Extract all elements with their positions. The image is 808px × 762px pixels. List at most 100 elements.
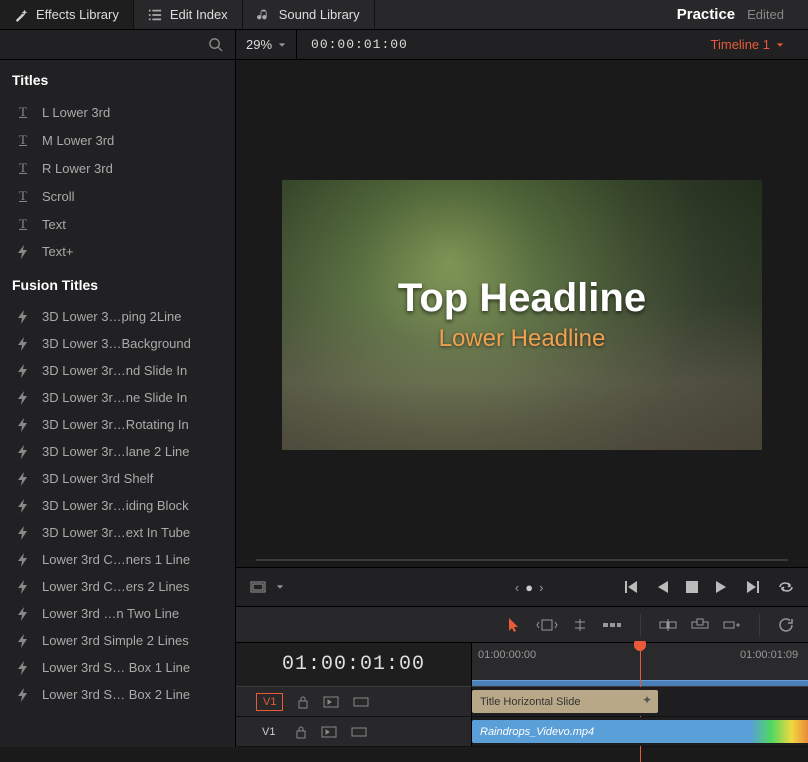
fusion-fx-icon: ✦ <box>642 693 652 707</box>
text-icon: T <box>16 104 30 120</box>
track-body[interactable]: Title Horizontal Slide ✦ <box>472 687 808 716</box>
fusion-title-label: 3D Lower 3…ping 2Line <box>42 309 181 324</box>
bolt-icon <box>16 391 30 405</box>
bolt-icon <box>16 418 30 432</box>
bolt-icon <box>16 364 30 378</box>
blade-tool-icon[interactable] <box>572 618 588 632</box>
fusion-title-label: Lower 3rd C…ners 1 Line <box>42 552 190 567</box>
bolt-icon <box>16 499 30 513</box>
auto-select-icon[interactable] <box>321 726 337 738</box>
search-icon[interactable] <box>208 37 223 52</box>
titles-sidebar[interactable]: Titles TL Lower 3rdTM Lower 3rdTR Lower … <box>0 60 236 747</box>
fusion-title-item[interactable]: Lower 3rd …n Two Line <box>0 600 235 627</box>
fusion-title-item[interactable]: 3D Lower 3r…iding Block <box>0 492 235 519</box>
sound-library-label: Sound Library <box>279 7 360 22</box>
skip-last-icon[interactable] <box>746 580 760 594</box>
fusion-title-label: 3D Lower 3r…Rotating In <box>42 417 189 432</box>
overwrite-tool-icon[interactable] <box>691 618 709 632</box>
edit-index-tab[interactable]: Edit Index <box>134 0 243 29</box>
bolt-icon <box>16 661 30 675</box>
text-icon: T <box>16 160 30 176</box>
clip-label: Raindrops_Videvo.mp4 <box>480 726 594 738</box>
timeline-ruler[interactable]: 01:00:00:00 01:00:01:09 <box>472 643 808 687</box>
safe-area-icon[interactable] <box>250 581 266 593</box>
title-item-label: R Lower 3rd <box>42 161 113 176</box>
timeline-name-label: Timeline 1 <box>711 37 770 52</box>
viewer-timecode[interactable]: 00:00:01:00 <box>297 37 422 52</box>
timeline-timecode-display[interactable]: 01:00:01:00 <box>236 643 472 687</box>
sound-library-tab[interactable]: Sound Library <box>243 0 375 29</box>
effects-library-label: Effects Library <box>36 7 119 22</box>
edit-index-label: Edit Index <box>170 7 228 22</box>
bolt-icon <box>16 310 30 324</box>
selection-tool-icon[interactable] <box>508 617 522 633</box>
timeline-timecode-value: 01:00:01:00 <box>282 653 425 676</box>
title-item[interactable]: TL Lower 3rd <box>0 98 235 126</box>
video-clip[interactable]: Raindrops_Videvo.mp4 <box>472 720 808 743</box>
bolt-icon <box>16 245 30 259</box>
snap-tool-icon[interactable] <box>602 620 622 630</box>
bolt-icon <box>16 472 30 486</box>
loop-icon[interactable] <box>778 580 794 594</box>
refresh-icon[interactable] <box>778 617 794 633</box>
title-item[interactable]: Text+ <box>0 238 235 265</box>
chevron-down-icon <box>776 41 784 49</box>
track-header-v1-video[interactable]: V1 <box>236 717 472 746</box>
effects-library-tab[interactable]: Effects Library <box>0 0 134 29</box>
fusion-title-label: 3D Lower 3r…nd Slide In <box>42 363 187 378</box>
bolt-icon <box>16 553 30 567</box>
nav-prev-icon[interactable]: ‹ <box>515 580 519 595</box>
bolt-icon <box>16 607 30 621</box>
append-tool-icon[interactable] <box>723 618 741 632</box>
fusion-title-label: Lower 3rd Simple 2 Lines <box>42 633 189 648</box>
list-icon <box>148 8 162 22</box>
track-enable-icon[interactable] <box>351 727 367 737</box>
trim-tool-icon[interactable] <box>536 618 558 632</box>
fusion-title-item[interactable]: 3D Lower 3rd Shelf <box>0 465 235 492</box>
title-item[interactable]: TM Lower 3rd <box>0 126 235 154</box>
zoom-value: 29% <box>246 37 272 52</box>
bolt-icon <box>16 634 30 648</box>
bolt-icon <box>16 445 30 459</box>
viewer-scrub-bar[interactable] <box>236 553 808 567</box>
track-enable-icon[interactable] <box>353 697 369 707</box>
zoom-selector[interactable]: 29% <box>236 30 297 59</box>
auto-select-icon[interactable] <box>323 696 339 708</box>
nav-next-icon[interactable]: › <box>539 580 543 595</box>
fusion-title-item[interactable]: 3D Lower 3r…lane 2 Line <box>0 438 235 465</box>
fusion-title-label: 3D Lower 3…Background <box>42 336 191 351</box>
title-item-label: Scroll <box>42 189 75 204</box>
fusion-title-item[interactable]: 3D Lower 3…Background <box>0 330 235 357</box>
fusion-title-item[interactable]: Lower 3rd C…ners 1 Line <box>0 546 235 573</box>
fusion-title-item[interactable]: 3D Lower 3r…nd Slide In <box>0 357 235 384</box>
fusion-title-item[interactable]: Lower 3rd Simple 2 Lines <box>0 627 235 654</box>
title-item[interactable]: TText <box>0 210 235 238</box>
fusion-title-item[interactable]: 3D Lower 3r…Rotating In <box>0 411 235 438</box>
title-clip[interactable]: Title Horizontal Slide ✦ <box>472 690 658 713</box>
chevron-down-icon[interactable] <box>276 583 284 591</box>
fusion-title-item[interactable]: 3D Lower 3r…ne Slide In <box>0 384 235 411</box>
fusion-title-item[interactable]: Lower 3rd C…ers 2 Lines <box>0 573 235 600</box>
timeline-selector[interactable]: Timeline 1 <box>711 37 808 52</box>
stop-icon[interactable] <box>686 581 698 593</box>
play-reverse-icon[interactable] <box>656 580 668 594</box>
track-label: V1 <box>256 693 283 711</box>
video-preview: Top Headline Lower Headline <box>282 180 762 450</box>
play-icon[interactable] <box>716 580 728 594</box>
music-icon <box>257 8 271 22</box>
fusion-title-item[interactable]: Lower 3rd S… Box 2 Line <box>0 681 235 708</box>
track-header-v1-title[interactable]: V1 <box>236 687 472 716</box>
title-item-label: Text <box>42 217 66 232</box>
fusion-title-item[interactable]: 3D Lower 3r…ext In Tube <box>0 519 235 546</box>
fusion-title-label: Lower 3rd S… Box 2 Line <box>42 687 190 702</box>
title-item[interactable]: TScroll <box>0 182 235 210</box>
insert-tool-icon[interactable] <box>659 618 677 632</box>
title-item[interactable]: T R Lower 3rd <box>0 154 235 182</box>
viewer[interactable]: Top Headline Lower Headline <box>236 60 808 553</box>
skip-first-icon[interactable] <box>624 580 638 594</box>
lock-icon[interactable] <box>295 725 307 739</box>
lock-icon[interactable] <box>297 695 309 709</box>
track-body[interactable]: Raindrops_Videvo.mp4 <box>472 717 808 746</box>
fusion-title-item[interactable]: 3D Lower 3…ping 2Line <box>0 303 235 330</box>
fusion-title-item[interactable]: Lower 3rd S… Box 1 Line <box>0 654 235 681</box>
